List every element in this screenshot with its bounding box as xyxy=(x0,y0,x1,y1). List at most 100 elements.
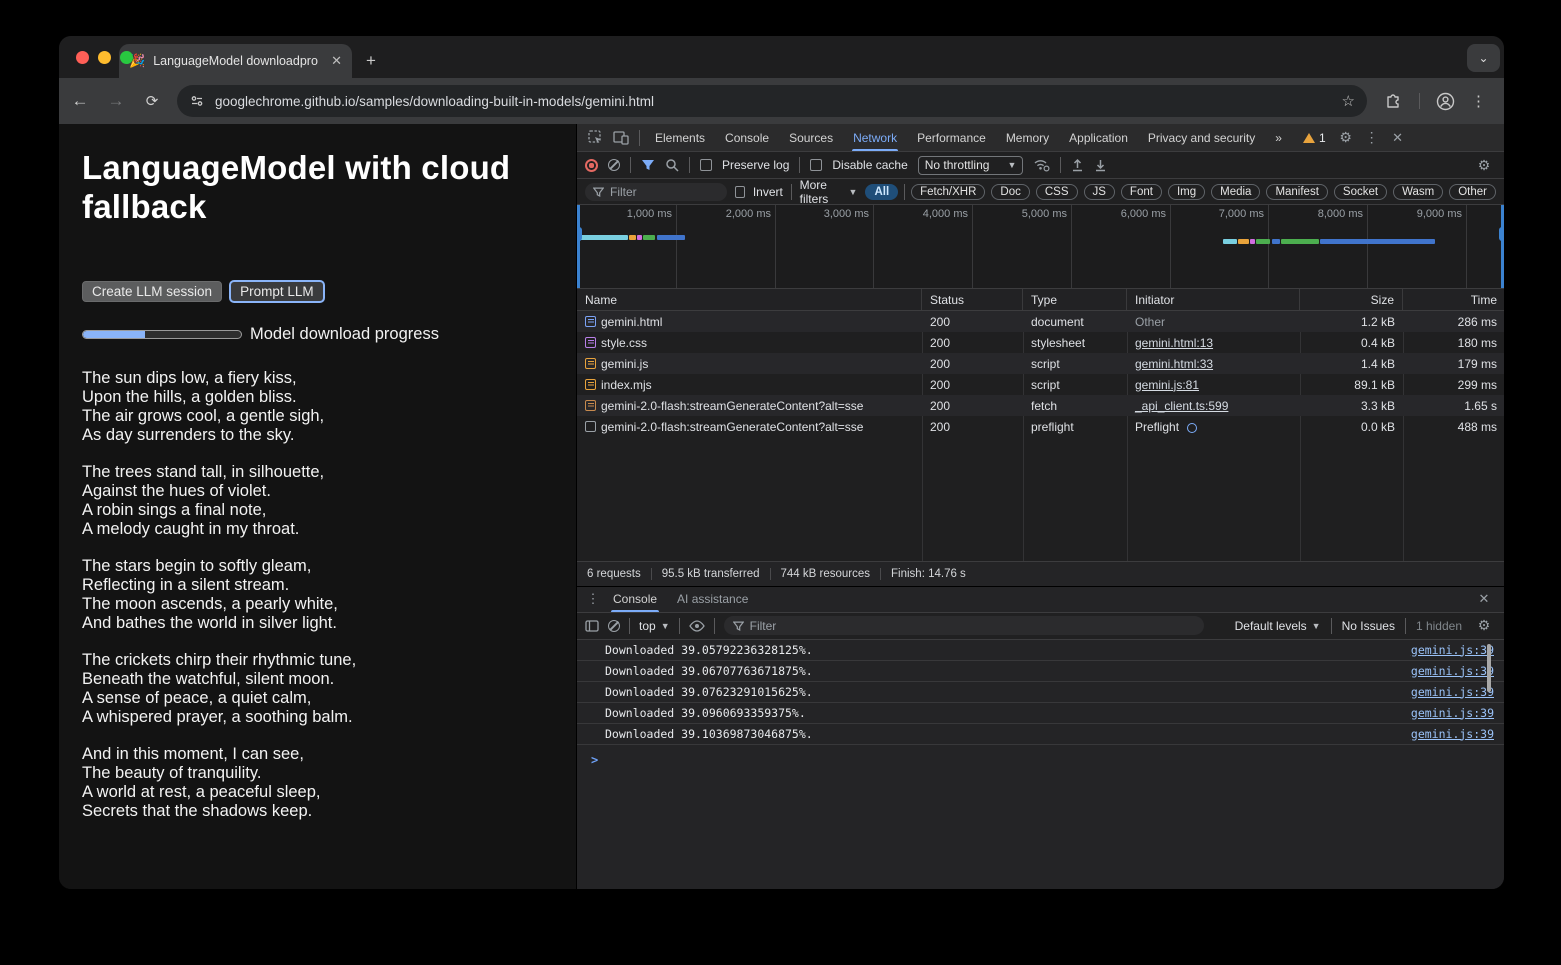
back-button[interactable]: ← xyxy=(69,91,91,111)
console-message[interactable]: Downloaded 39.05792236328125%.gemini.js:… xyxy=(577,640,1504,661)
chip-font[interactable]: Font xyxy=(1121,184,1162,200)
profile-avatar-icon[interactable] xyxy=(1436,92,1455,111)
warning-badge[interactable]: 1 xyxy=(1303,131,1326,145)
devtools-menu-kebab-icon[interactable]: ⋮ xyxy=(1360,127,1384,149)
initiator-link[interactable]: gemini.js:81 xyxy=(1135,378,1199,392)
overview-right-handle[interactable] xyxy=(1501,205,1504,288)
extensions-puzzle-icon[interactable] xyxy=(1385,92,1403,110)
drawer-menu-kebab-icon[interactable]: ⋮ xyxy=(585,588,601,610)
tab-network[interactable]: Network xyxy=(844,124,906,151)
chip-wasm[interactable]: Wasm xyxy=(1393,184,1443,200)
inspect-element-icon[interactable] xyxy=(583,127,607,149)
tab-performance[interactable]: Performance xyxy=(908,124,995,151)
console-message[interactable]: Downloaded 39.07623291015625%.gemini.js:… xyxy=(577,682,1504,703)
col-initiator[interactable]: Initiator xyxy=(1127,289,1300,310)
clear-network-log-icon[interactable] xyxy=(608,159,620,171)
context-selector[interactable]: top▼ xyxy=(639,619,670,633)
col-name[interactable]: Name xyxy=(577,289,922,310)
initiator-link[interactable]: _api_client.ts:599 xyxy=(1135,399,1228,413)
overview-left-handle[interactable] xyxy=(577,205,580,288)
source-link[interactable]: gemini.js:39 xyxy=(1411,706,1494,720)
export-har-icon[interactable] xyxy=(1094,158,1107,172)
console-message[interactable]: Downloaded 39.06707763671875%.gemini.js:… xyxy=(577,661,1504,682)
tab-elements[interactable]: Elements xyxy=(646,124,714,151)
tab-memory[interactable]: Memory xyxy=(997,124,1058,151)
new-tab-button[interactable]: + xyxy=(366,51,376,71)
clear-console-icon[interactable] xyxy=(608,620,620,632)
source-link[interactable]: gemini.js:39 xyxy=(1411,664,1494,678)
console-message[interactable]: Downloaded 39.10369873046875%.gemini.js:… xyxy=(577,724,1504,745)
chip-js[interactable]: JS xyxy=(1084,184,1115,200)
filter-funnel-icon[interactable] xyxy=(641,159,655,171)
more-tabs-chevron-icon[interactable]: » xyxy=(1266,124,1291,151)
chip-manifest[interactable]: Manifest xyxy=(1266,184,1327,200)
drawer-tab-ai-assistance[interactable]: AI assistance xyxy=(669,587,756,612)
console-scrollbar[interactable] xyxy=(1487,644,1491,692)
chip-media[interactable]: Media xyxy=(1211,184,1260,200)
col-time[interactable]: Time xyxy=(1403,289,1504,310)
console-prompt-chevron[interactable]: > xyxy=(577,745,1504,767)
devtools-settings-gear-icon[interactable]: ⚙ xyxy=(1334,127,1358,149)
tab-application[interactable]: Application xyxy=(1060,124,1137,151)
devtools-close-icon[interactable]: ✕ xyxy=(1386,127,1410,149)
tab-close-icon[interactable]: ✕ xyxy=(331,53,342,69)
table-row[interactable]: gemini-2.0-flash:streamGenerateContent?a… xyxy=(577,395,1504,416)
live-expression-eye-icon[interactable] xyxy=(689,620,705,632)
record-network-log-icon[interactable] xyxy=(585,159,598,172)
source-link[interactable]: gemini.js:39 xyxy=(1411,727,1494,741)
table-row[interactable]: style.css 200 stylesheet gemini.html:13 … xyxy=(577,332,1504,353)
col-type[interactable]: Type xyxy=(1023,289,1127,310)
drawer-tab-console[interactable]: Console xyxy=(605,587,665,612)
device-toolbar-icon[interactable] xyxy=(609,127,633,149)
console-sidebar-icon[interactable] xyxy=(585,620,599,632)
table-row[interactable]: gemini-2.0-flash:streamGenerateContent?a… xyxy=(577,416,1504,437)
chip-socket[interactable]: Socket xyxy=(1334,184,1387,200)
preserve-log-checkbox[interactable] xyxy=(700,159,712,171)
network-conditions-icon[interactable] xyxy=(1033,158,1050,172)
network-settings-gear-icon[interactable]: ⚙ xyxy=(1472,154,1496,176)
close-window-button[interactable] xyxy=(76,51,89,64)
tab-privacy-security[interactable]: Privacy and security xyxy=(1139,124,1264,151)
network-overview-timeline[interactable]: 1,000 ms 2,000 ms 3,000 ms 4,000 ms 5,00… xyxy=(577,205,1504,289)
table-row[interactable]: gemini.html 200 document Other 1.2 kB 28… xyxy=(577,311,1504,332)
chip-img[interactable]: Img xyxy=(1168,184,1205,200)
initiator-link[interactable]: gemini.html:13 xyxy=(1135,336,1213,350)
drawer-close-icon[interactable]: ✕ xyxy=(1472,588,1496,610)
chip-doc[interactable]: Doc xyxy=(991,184,1029,200)
search-icon[interactable] xyxy=(665,158,679,172)
table-row[interactable]: gemini.js 200 script gemini.html:33 1.4 … xyxy=(577,353,1504,374)
minimize-window-button[interactable] xyxy=(98,51,111,64)
col-status[interactable]: Status xyxy=(922,289,1023,310)
default-levels-dropdown[interactable]: Default levels▼ xyxy=(1235,619,1321,633)
browser-tab[interactable]: 🎉 LanguageModel downloadpro ✕ xyxy=(119,44,352,78)
address-bar[interactable]: googlechrome.github.io/samples/downloadi… xyxy=(177,85,1367,117)
browser-menu-kebab-icon[interactable]: ⋮ xyxy=(1471,92,1487,110)
prompt-llm-button[interactable]: Prompt LLM xyxy=(229,280,325,303)
chip-all[interactable]: All xyxy=(865,184,898,200)
console-message[interactable]: Downloaded 39.0960693359375%.gemini.js:3… xyxy=(577,703,1504,724)
table-row[interactable]: index.mjs 200 script gemini.js:81 89.1 k… xyxy=(577,374,1504,395)
more-filters-dropdown[interactable]: More filters ▼ xyxy=(800,178,858,206)
tab-search-chevron-icon[interactable]: ⌄ xyxy=(1467,44,1500,72)
import-har-icon[interactable] xyxy=(1071,158,1084,172)
source-link[interactable]: gemini.js:39 xyxy=(1411,685,1494,699)
initiator-link[interactable]: gemini.html:33 xyxy=(1135,357,1213,371)
throttling-select[interactable]: No throttling ▼ xyxy=(918,156,1024,175)
console-filter-input[interactable]: Filter xyxy=(724,616,1204,635)
issues-counter[interactable]: No Issues xyxy=(1342,619,1395,633)
chip-fetch-xhr[interactable]: Fetch/XHR xyxy=(911,184,985,200)
bookmark-star-icon[interactable]: ☆ xyxy=(1342,92,1355,110)
preflight-info-icon[interactable] xyxy=(1187,423,1197,433)
col-size[interactable]: Size xyxy=(1300,289,1403,310)
zoom-window-button[interactable] xyxy=(120,51,133,64)
disable-cache-checkbox[interactable] xyxy=(810,159,822,171)
create-llm-session-button[interactable]: Create LLM session xyxy=(82,281,222,302)
tab-console[interactable]: Console xyxy=(716,124,778,151)
chip-other[interactable]: Other xyxy=(1449,184,1496,200)
network-filter-input[interactable]: Filter xyxy=(585,183,727,201)
chip-css[interactable]: CSS xyxy=(1036,184,1078,200)
reload-button[interactable]: ⟳ xyxy=(141,92,163,110)
forward-button[interactable]: → xyxy=(105,91,127,111)
source-link[interactable]: gemini.js:39 xyxy=(1411,643,1494,657)
console-settings-gear-icon[interactable]: ⚙ xyxy=(1472,615,1496,637)
